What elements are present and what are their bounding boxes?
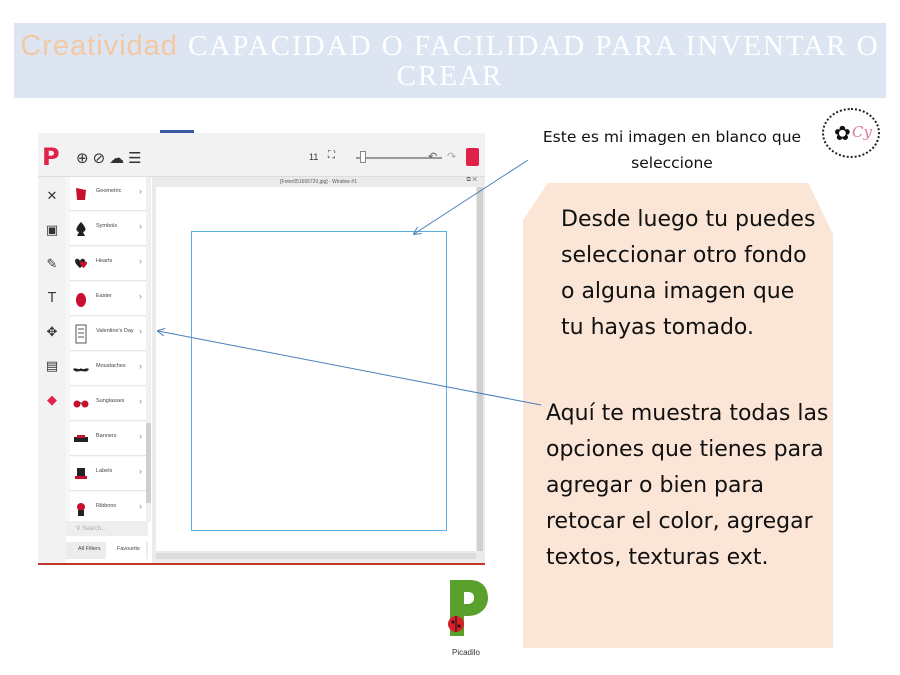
valentine-icon — [75, 324, 87, 344]
tool-sidebar: ✕ ▣ ✎ T ✥ ▤ ◆ — [38, 177, 66, 563]
move-icon[interactable]: ✥ — [44, 325, 60, 341]
zoom-value: 11 — [309, 152, 319, 162]
callout-text-background: Desde luego tu puedes seleccionar otro f… — [561, 207, 816, 340]
record-button[interactable] — [466, 148, 479, 166]
picadilo-app-screenshot: P ⊕⊘☁☰ 11 ⛶ ↶ ↷ ✕ ▣ ✎ T ✥ ▤ ◆ Geometric ›… — [38, 130, 485, 565]
brush-icon[interactable]: ✎ — [44, 257, 60, 273]
zoom-slider-knob[interactable] — [360, 151, 366, 163]
category-item[interactable]: Geometric › — [70, 177, 146, 211]
document-window — [156, 187, 476, 551]
category-item[interactable]: Labels › — [70, 457, 146, 491]
chevron-right-icon: › — [139, 431, 142, 441]
workspace-horizontal-scrollbar[interactable] — [156, 553, 476, 559]
tab-favourite[interactable]: Favourite — [117, 546, 140, 552]
workspace-vertical-scrollbar[interactable] — [477, 187, 483, 551]
author-seal: ✿ Cy — [822, 108, 880, 158]
label-icon — [75, 468, 87, 479]
fit-screen-icon[interactable]: ⛶ — [328, 150, 335, 161]
category-panel: Geometric › Symbols › Hearts › Easter › Vale… — [66, 177, 148, 526]
redo-icon[interactable]: ↷ — [447, 150, 456, 163]
slide-title: Creatividad capacidad o facilidad para i… — [14, 31, 886, 91]
title-highlight: Creatividad — [20, 30, 178, 62]
chevron-right-icon: › — [139, 221, 142, 231]
chevron-right-icon: › — [139, 256, 142, 266]
callout-text-options: Aquí te muestra todas las opciones que t… — [546, 401, 829, 570]
app-toolbar: P ⊕⊘☁☰ 11 ⛶ ↶ ↷ — [38, 133, 485, 177]
print-icon[interactable]: ☰ — [128, 149, 145, 167]
chevron-right-icon: › — [139, 326, 142, 336]
category-item[interactable]: Easter › — [70, 282, 146, 316]
frames-icon[interactable]: ▣ — [44, 223, 60, 239]
hearts-icon — [75, 258, 87, 268]
moustache-icon — [73, 368, 89, 372]
category-search-input[interactable]: ⚲ Search... — [66, 521, 148, 536]
sunglasses-icon — [73, 400, 89, 408]
egg-icon — [76, 293, 86, 307]
tools-icon[interactable]: ✕ — [44, 189, 60, 205]
top-note: Este es mi imagen en blanco que seleccio… — [542, 128, 802, 172]
category-scroll-thumb[interactable] — [146, 423, 151, 503]
desktop-icon-label: Picadilo — [451, 648, 480, 657]
chevron-right-icon: › — [139, 396, 142, 406]
spade-icon — [76, 222, 86, 236]
category-item[interactable]: Banners › — [70, 422, 146, 456]
title-banner: Creatividad capacidad o facilidad para i… — [14, 23, 886, 98]
toolbar-icons: ⊕⊘☁☰ — [76, 149, 146, 167]
category-item[interactable]: Symbols › — [70, 212, 146, 246]
text-icon[interactable]: T — [44, 291, 60, 307]
add-icon[interactable]: ⊕ — [76, 149, 93, 167]
chevron-right-icon: › — [139, 291, 142, 301]
category-item[interactable]: Valentine's Day › — [70, 317, 146, 351]
blank-canvas[interactable] — [191, 231, 447, 531]
title-rest: capacidad o facilidad para inventar o cr… — [187, 30, 880, 92]
category-item[interactable]: Sunglasses › — [70, 387, 146, 421]
image-icon[interactable]: ▤ — [44, 359, 60, 375]
check-icon[interactable]: ⊘ — [93, 149, 110, 167]
cloud-upload-icon[interactable]: ☁ — [109, 149, 128, 167]
cat-icon: ✿ — [834, 121, 851, 145]
filter-tabs: All Filters Favourite — [66, 542, 148, 559]
chevron-right-icon: › — [139, 361, 142, 371]
ribbon-icon — [77, 503, 85, 516]
window-title: [Fotor051665720.jpg] - Window #1 — [280, 179, 357, 185]
red-shape-icon — [76, 188, 86, 200]
picadilo-logo-icon[interactable]: P — [42, 143, 62, 171]
workspace: [Fotor051665720.jpg] - Window #1 ⧉ ✕ — [152, 177, 485, 563]
picadilo-desktop-icon[interactable] — [440, 578, 490, 640]
undo-icon[interactable]: ↶ — [428, 150, 437, 163]
chevron-right-icon: › — [139, 466, 142, 476]
chevron-right-icon: › — [139, 501, 142, 511]
banner-icon — [74, 435, 88, 442]
sticker-tag-icon[interactable]: ◆ — [44, 393, 60, 409]
chevron-right-icon: › — [139, 186, 142, 196]
window-controls[interactable]: ⧉ ✕ — [466, 177, 477, 184]
category-item[interactable]: Moustaches › — [70, 352, 146, 386]
tab-all-filters[interactable]: All Filters — [78, 546, 101, 552]
category-item[interactable]: Hearts › — [70, 247, 146, 281]
